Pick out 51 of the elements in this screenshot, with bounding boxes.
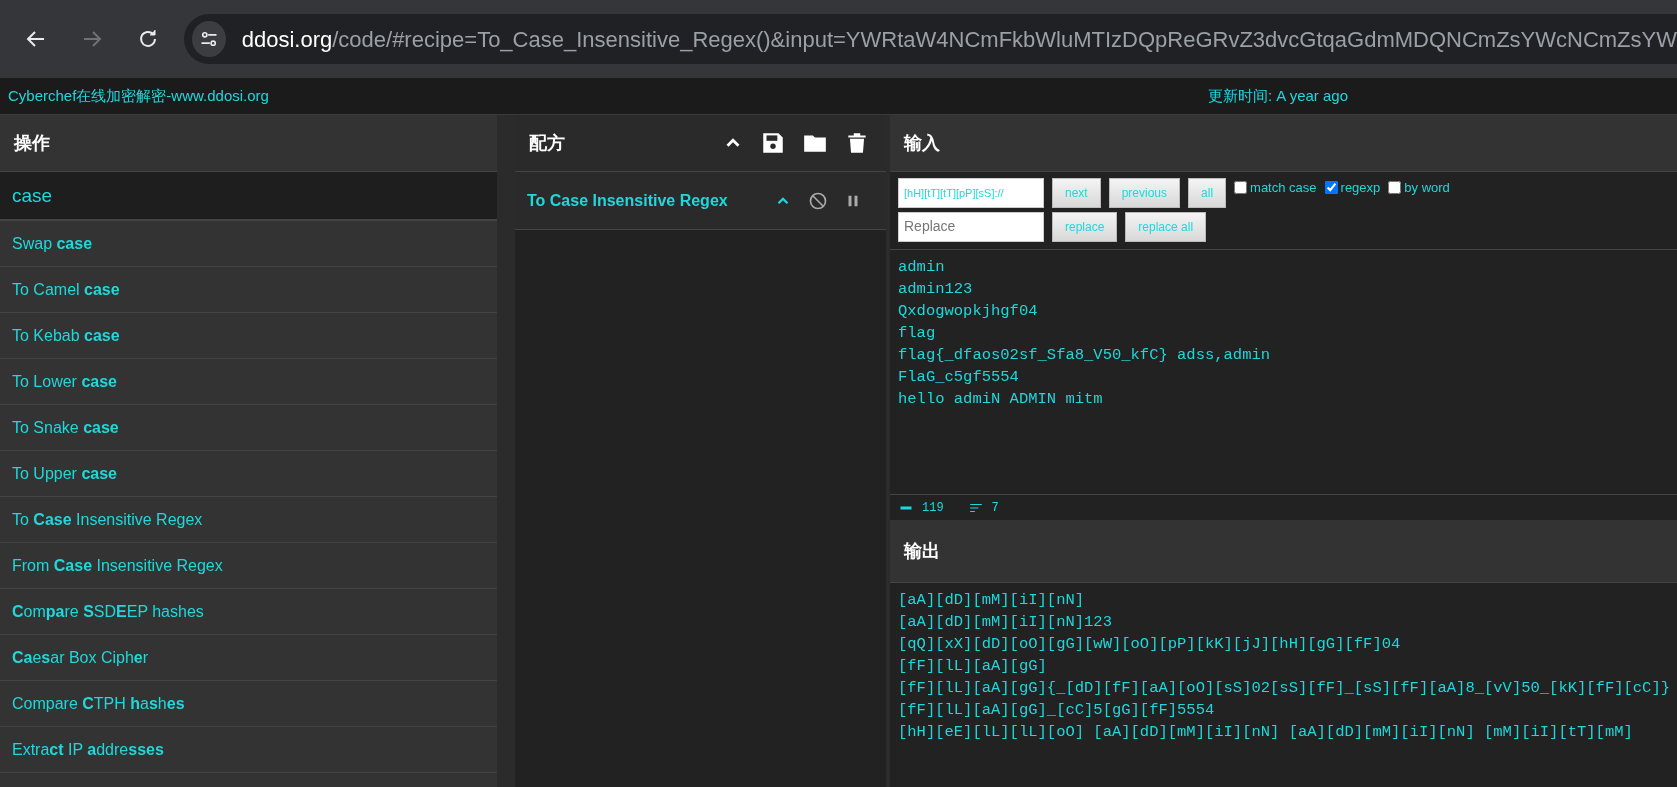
operation-item[interactable]: Extract IP addresses <box>0 727 497 773</box>
operation-item[interactable]: To Lower case <box>0 359 497 405</box>
input-line: Qxdogwopkjhgf04 <box>897 301 1039 322</box>
operation-item[interactable]: To Snake case <box>0 405 497 451</box>
operation-item[interactable]: Compare CTPH hashes <box>0 681 497 727</box>
input-line: flag <box>897 323 937 344</box>
input-line: admin123 <box>897 279 974 300</box>
output-line: [hH][eE][lL][lL][oO] [aA][dD][mM][iI][nN] [aA][dD][mM][iI][nN] [mM][iI][tT][mM] <box>897 722 1634 743</box>
operation-item[interactable]: To Camel case <box>0 267 497 313</box>
site-title: Cyberchef在线加密解密-www.ddosi.org <box>7 85 270 106</box>
disable-button[interactable] <box>808 190 828 211</box>
operation-item[interactable]: Compare SSDEEP hashes <box>0 589 497 635</box>
output-line: [fF][lL][aA][gG] <box>897 656 1048 677</box>
recipe-operation-name: To Case Insensitive Regex <box>527 190 728 211</box>
option-label: by word <box>1404 179 1450 197</box>
search-field[interactable]: case <box>0 172 497 221</box>
input-line: flag{_dfaos02sf_Sfa8_V50_kfC} adss,admin <box>897 345 1272 366</box>
option-label: match case <box>1250 179 1317 197</box>
panel-title: 配方 <box>529 131 565 155</box>
line-count: 7 <box>991 499 999 517</box>
option-checkbox[interactable] <box>1324 181 1338 195</box>
save-button[interactable] <box>760 130 786 156</box>
panel-title: 操作 <box>14 131 50 155</box>
output-line: [qQ][xX][dD][oO][gG][wW][oO][pP][kK][jJ][hH][gG][fF]04 <box>897 634 1402 655</box>
operation-item[interactable]: To Case Insensitive Regex <box>0 497 497 543</box>
panel-title: 输出 <box>904 539 940 563</box>
option-checkbox[interactable] <box>1234 181 1248 195</box>
save-icon <box>760 130 786 156</box>
recipe-item[interactable]: To Case Insensitive Regex <box>515 172 886 230</box>
disable-icon <box>808 190 828 211</box>
option-checkbox[interactable] <box>1388 181 1402 195</box>
input-line: FlaG_c5gf5554 <box>897 367 1020 388</box>
operation-item[interactable]: Caesar Box Cipher <box>0 635 497 681</box>
operation-item[interactable]: To Kebab case <box>0 313 497 359</box>
panel-title: 输入 <box>904 131 940 155</box>
input-line: hello admiN ADMIN mitm <box>897 389 1104 410</box>
output-line: [fF][lL][aA][gG]{_[dD][fF][aA][oO][sS]02[sS][fF]_[sS][fF][aA]8_[vV]50_[kK][fF][cC]} <box>897 678 1672 699</box>
operation-item[interactable]: Swap case <box>0 221 497 267</box>
url-text: ddosi.org/code/#recipe=To_Case_Insensitive_Regex()&input=YWRtaW4NCmFkbWluMTIzDQpReGRvZ3dvcGtqaGdmMDQNCmZsYWcNCmZsYW <box>241 25 1677 54</box>
option-label: regexp <box>1340 179 1381 197</box>
replace-field[interactable]: Replace <box>898 212 1044 242</box>
output-line: [aA][dD][mM][iI][nN] <box>897 590 1086 611</box>
address-bar[interactable]: ddosi.org/code/#recipe=To_Case_Insensitive_Regex()&input=YWRtaW4NCmFkbWluMTIzDQpReGRvZ3dvcGtqaGdmMDQNCmZsYWcNCmZsYW <box>184 14 1677 64</box>
output-line: [fF][lL][aA][gG]_[cC]5[gG][fF]5554 <box>897 700 1216 721</box>
character-count: 119 <box>922 499 944 517</box>
operation-item[interactable]: To Upper case <box>0 451 497 497</box>
output-line: [aA][dD][mM][iI][nN]123 <box>897 612 1113 633</box>
input-line: admin <box>897 257 946 278</box>
site-settings-button[interactable] <box>192 21 226 57</box>
update-time: 更新时间: A year ago <box>1208 85 1349 106</box>
operation-item[interactable]: From Case Insensitive Regex <box>0 543 497 589</box>
